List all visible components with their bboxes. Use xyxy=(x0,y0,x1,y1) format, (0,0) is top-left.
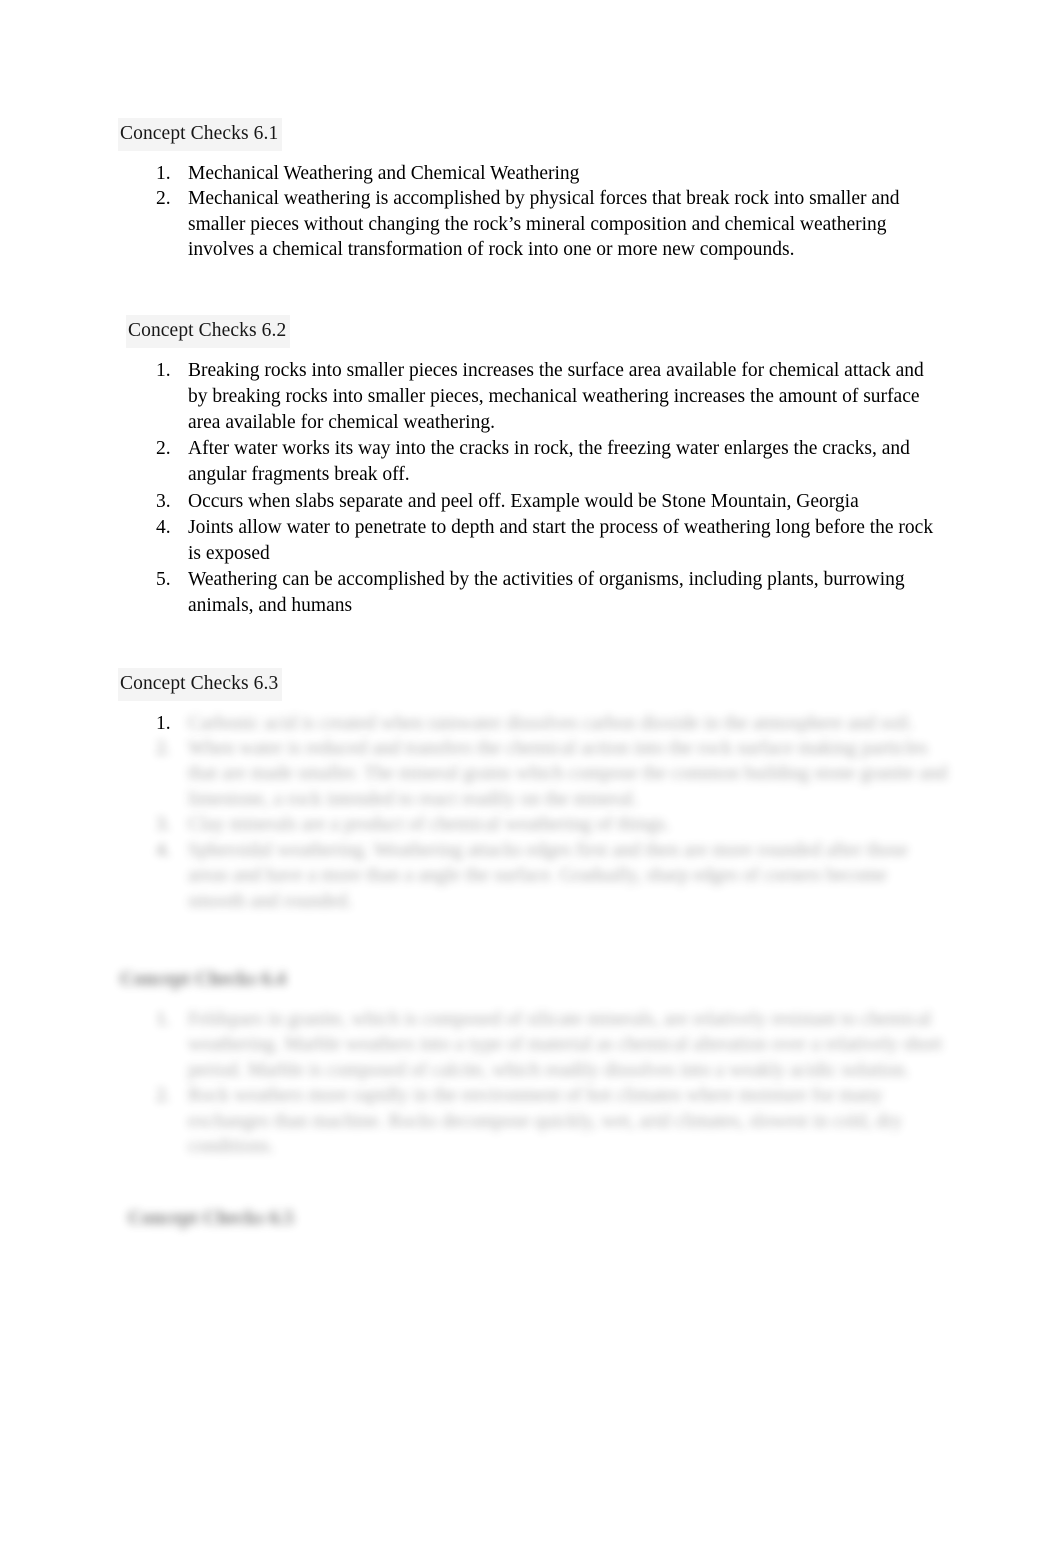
answer-list-6-3: Carbonic acid is created when rainwater … xyxy=(118,711,948,914)
list-item: Carbonic acid is created when rainwater … xyxy=(118,711,948,737)
list-item-text: Weathering can be accomplished by the ac… xyxy=(188,569,905,617)
list-item-text: Mechanical Weathering and Chemical Weath… xyxy=(188,163,580,184)
list-item: Clay minerals are a product of chemical … xyxy=(118,812,948,837)
section-concept-checks-6-4: Concept Checks 6.4 Feldspars in granite,… xyxy=(118,964,948,1159)
list-item-text: Joints allow water to penetrate to depth… xyxy=(188,516,934,565)
list-item-text: Spheroidal weathering. Weathering attack… xyxy=(188,839,908,912)
document-page: Concept Checks 6.1 Mechanical Weathering… xyxy=(0,0,1062,1561)
list-item-text: Breaking rocks into smaller pieces incre… xyxy=(188,359,924,434)
section-heading-6-5: Concept Checks 6.5 xyxy=(128,1208,294,1230)
list-item: After water works its way into the crack… xyxy=(118,436,948,488)
section-heading-6-3: Concept Checks 6.3 xyxy=(118,667,283,701)
list-item-text: Mechanical weathering is accomplished by… xyxy=(188,188,900,261)
list-item: Feldspars in granite, which is composed … xyxy=(118,1007,948,1083)
list-item-text: Carbonic acid is created when rainwater … xyxy=(188,712,914,734)
list-item: Mechanical weathering is accomplished by… xyxy=(118,186,948,262)
section-heading-6-4: Concept Checks 6.4 xyxy=(120,968,286,990)
list-item: Rock weathers more rapidly in the enviro… xyxy=(118,1083,948,1159)
list-item-text: Clay minerals are a product of chemical … xyxy=(188,814,670,836)
list-item-text: When water is reduced and transfers the … xyxy=(188,738,948,810)
list-item: Spheroidal weathering. Weathering attack… xyxy=(118,838,948,914)
section-heading-6-2: Concept Checks 6.2 xyxy=(126,314,291,348)
list-item: When water is reduced and transfers the … xyxy=(118,736,948,812)
section-concept-checks-6-3: Concept Checks 6.3 Carbonic acid is crea… xyxy=(118,667,948,914)
section-concept-checks-6-5: Concept Checks 6.5 xyxy=(118,1203,948,1236)
document-content: Concept Checks 6.1 Mechanical Weathering… xyxy=(118,118,948,1236)
list-item-text: After water works its way into the crack… xyxy=(188,438,910,486)
list-item: Weathering can be accomplished by the ac… xyxy=(118,567,948,619)
answer-list-6-2: Breaking rocks into smaller pieces incre… xyxy=(118,358,948,620)
list-item: Joints allow water to penetrate to depth… xyxy=(118,515,948,567)
section-heading-6-1: Concept Checks 6.1 xyxy=(118,118,283,151)
list-item-text: Feldspars in granite, which is composed … xyxy=(188,1008,943,1081)
list-item: Breaking rocks into smaller pieces incre… xyxy=(118,358,948,437)
list-item-text: Occurs when slabs separate and peel off.… xyxy=(188,490,859,512)
list-item-text: Rock weathers more rapidly in the enviro… xyxy=(188,1085,903,1157)
list-item: Occurs when slabs separate and peel off.… xyxy=(118,489,948,515)
section-concept-checks-6-1: Concept Checks 6.1 Mechanical Weathering… xyxy=(118,118,948,263)
section-concept-checks-6-2: Concept Checks 6.2 Breaking rocks into s… xyxy=(118,314,948,620)
answer-list-6-4: Feldspars in granite, which is composed … xyxy=(118,1007,948,1159)
answer-list-6-1: Mechanical Weathering and Chemical Weath… xyxy=(118,161,948,263)
list-item: Mechanical Weathering and Chemical Weath… xyxy=(118,161,948,187)
